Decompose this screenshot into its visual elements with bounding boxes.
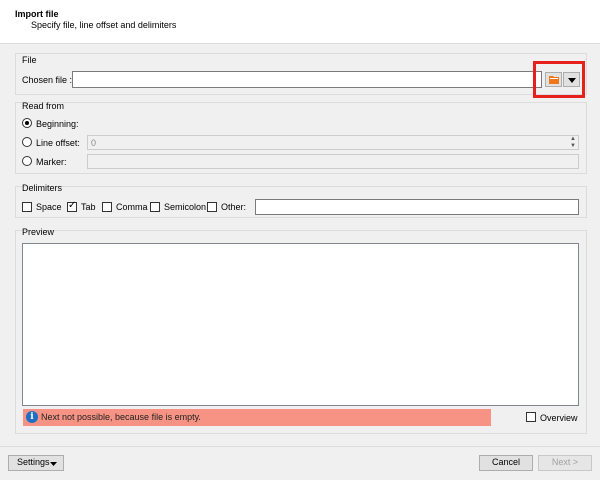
cancel-button[interactable]: Cancel (479, 455, 533, 471)
radio-marker[interactable] (22, 156, 32, 166)
checkbox-other[interactable] (207, 202, 217, 212)
radio-line-offset[interactable] (22, 137, 32, 147)
radio-selected-dot (25, 121, 29, 125)
radio-beginning[interactable] (22, 118, 32, 128)
settings-button[interactable]: Settings (8, 455, 64, 471)
other-delimiter-input[interactable] (255, 199, 579, 215)
line-offset-spinner[interactable]: ▲ ▼ (568, 136, 578, 151)
next-button[interactable]: Next > (538, 455, 592, 471)
settings-button-label: Settings (17, 457, 50, 467)
checkbox-semicolon[interactable] (150, 202, 160, 212)
dialog-subtitle: Specify file, line offset and delimiters (31, 20, 177, 30)
checkbox-overview-label: Overview (540, 413, 578, 423)
radio-marker-label: Marker: (36, 157, 67, 167)
radio-line-offset-label: Line offset: (36, 138, 80, 148)
checkbox-overview[interactable] (526, 412, 536, 422)
dialog-header: Import file Specify file, line offset an… (0, 0, 600, 44)
delimiters-group-label: Delimiters (22, 183, 63, 193)
line-offset-value: 0 (91, 138, 97, 148)
file-group-label: File (22, 55, 37, 65)
checkbox-comma-label: Comma (116, 202, 148, 212)
marker-input[interactable] (87, 154, 579, 169)
checkbox-space[interactable] (22, 202, 32, 212)
error-message-text: Next not possible, because file is empty… (41, 412, 201, 422)
preview-group-label: Preview (22, 227, 55, 237)
checkbox-tab-label: Tab (81, 202, 96, 212)
dialog-title: Import file (15, 9, 59, 19)
chosen-file-label: Chosen file : (22, 75, 73, 85)
error-message-bar: i Next not possible, because file is emp… (23, 409, 491, 426)
checkmark-icon: ✓ (68, 200, 77, 211)
checkbox-space-label: Space (36, 202, 62, 212)
checkbox-other-label: Other: (221, 202, 247, 212)
cancel-button-label: Cancel (491, 457, 520, 467)
read-from-group-label: Read from (22, 101, 65, 111)
preview-area[interactable] (22, 243, 579, 406)
highlight-box (533, 61, 585, 98)
chevron-down-icon (50, 462, 57, 466)
checkbox-semicolon-label: Semicolon (164, 202, 207, 212)
checkbox-tab[interactable]: ✓ (67, 200, 77, 212)
next-button-label: Next > (551, 457, 579, 467)
footer-separator (0, 446, 600, 447)
checkbox-comma[interactable] (102, 202, 112, 212)
radio-beginning-label: Beginning: (36, 119, 79, 129)
line-offset-input[interactable]: 0 ▲ ▼ (87, 135, 579, 150)
chosen-file-input[interactable] (72, 71, 542, 88)
info-icon: i (26, 411, 38, 423)
